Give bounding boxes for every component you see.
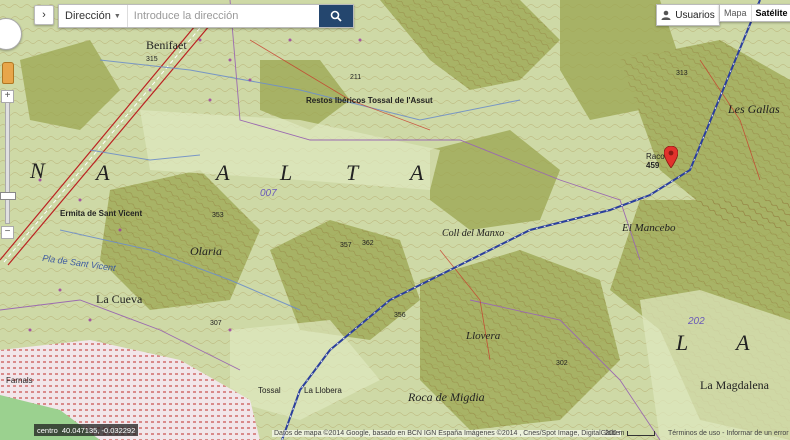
users-button[interactable]: Usuarios xyxy=(656,4,720,26)
place-label-la-llobera: La Llobera xyxy=(304,386,342,395)
place-label-llovera: Llovera xyxy=(466,330,501,342)
place-label-benifaet: Benifaet xyxy=(146,38,187,52)
users-label: Usuarios xyxy=(675,9,715,21)
place-label-olaria: Olaria xyxy=(190,244,223,258)
map-type-mapa[interactable]: Mapa xyxy=(720,5,752,21)
zoom-slider-thumb[interactable] xyxy=(0,192,16,200)
footer-links: Términos de uso - Informar de un error xyxy=(668,430,789,437)
region-letter: A xyxy=(410,160,424,185)
coordinates-readout: centro 40.047135, -0.032292 xyxy=(34,424,139,436)
search-input[interactable] xyxy=(127,10,319,22)
place-label-les-gallas: Les Gallas xyxy=(728,102,780,116)
zoom-slider-track[interactable] xyxy=(5,102,10,224)
map-attribution: Datos de mapa ©2014 Google, basado en BC… xyxy=(272,430,622,437)
report-error-link[interactable]: Informar de un error xyxy=(726,430,788,437)
elevation-label: 356 xyxy=(394,312,406,319)
user-icon xyxy=(661,10,671,20)
route-number: 007 xyxy=(260,188,277,199)
map-pin-icon xyxy=(663,145,679,169)
route-number: 202 xyxy=(688,316,705,327)
terms-link[interactable]: Términos de uso xyxy=(668,430,720,437)
zoom-out-button[interactable]: − xyxy=(1,226,14,239)
chevron-right-icon: › xyxy=(42,9,46,21)
coords-value: 40.047135, -0.032292 xyxy=(61,425,136,435)
marker-label-name: Raco xyxy=(646,152,665,161)
region-letter: A xyxy=(216,160,230,185)
search-icon xyxy=(330,10,342,22)
search-mode-select[interactable]: Dirección ▼ xyxy=(59,5,128,27)
elevation-label: 362 xyxy=(362,240,374,247)
place-label-coll-manxo: Coll del Manxo xyxy=(442,228,505,239)
place-label-el-mancebo: El Mancebo xyxy=(622,222,676,234)
region-letter: L xyxy=(280,160,293,185)
region-letter: N xyxy=(30,158,45,183)
elevation-label: 302 xyxy=(556,360,568,367)
scale-bar: 200 m xyxy=(605,430,656,437)
elevation-label: 315 xyxy=(146,56,158,63)
place-label-farnals: Farnals xyxy=(6,376,33,385)
chevron-down-icon: ▼ xyxy=(113,12,121,20)
search-button[interactable] xyxy=(319,5,353,27)
elevation-label: 307 xyxy=(210,320,222,327)
place-label-la-cueva: La Cueva xyxy=(96,292,143,306)
elevation-label: 211 xyxy=(350,74,362,81)
search-box: Dirección ▼ xyxy=(58,4,354,28)
place-label-ermita: Ermita de Sant Vicent xyxy=(60,209,143,218)
place-label-restos: Restos Ibéricos Tossal de l'Assut xyxy=(306,96,433,105)
place-label-roca-migdia: Roca de Migdia xyxy=(408,390,485,404)
elevation-label: 357 xyxy=(340,242,352,249)
topographic-map[interactable] xyxy=(0,0,790,440)
map-marker[interactable] xyxy=(663,145,679,173)
pegman-icon[interactable] xyxy=(2,62,14,84)
place-label-tossal: Tossal xyxy=(258,386,281,395)
region-letter: A xyxy=(736,330,750,355)
place-label-la-magdalena: La Magdalena xyxy=(700,378,769,392)
map-type-satelite[interactable]: Satélite xyxy=(752,5,790,21)
map-type-control: Mapa Satélite V xyxy=(719,4,790,22)
search-mode-label: Dirección xyxy=(65,10,111,22)
coords-label: centro xyxy=(37,425,58,435)
region-letter: A xyxy=(96,160,110,185)
scale-bar-graphic xyxy=(627,431,656,436)
region-letter: T xyxy=(346,160,359,185)
elevation-label: 353 xyxy=(212,212,224,219)
region-letter: L xyxy=(676,330,689,355)
marker-label-elevation: 459 xyxy=(646,161,660,170)
scale-label: 200 m xyxy=(605,430,625,437)
expand-panel-button[interactable]: › xyxy=(34,5,54,25)
elevation-label: 313 xyxy=(676,70,688,77)
